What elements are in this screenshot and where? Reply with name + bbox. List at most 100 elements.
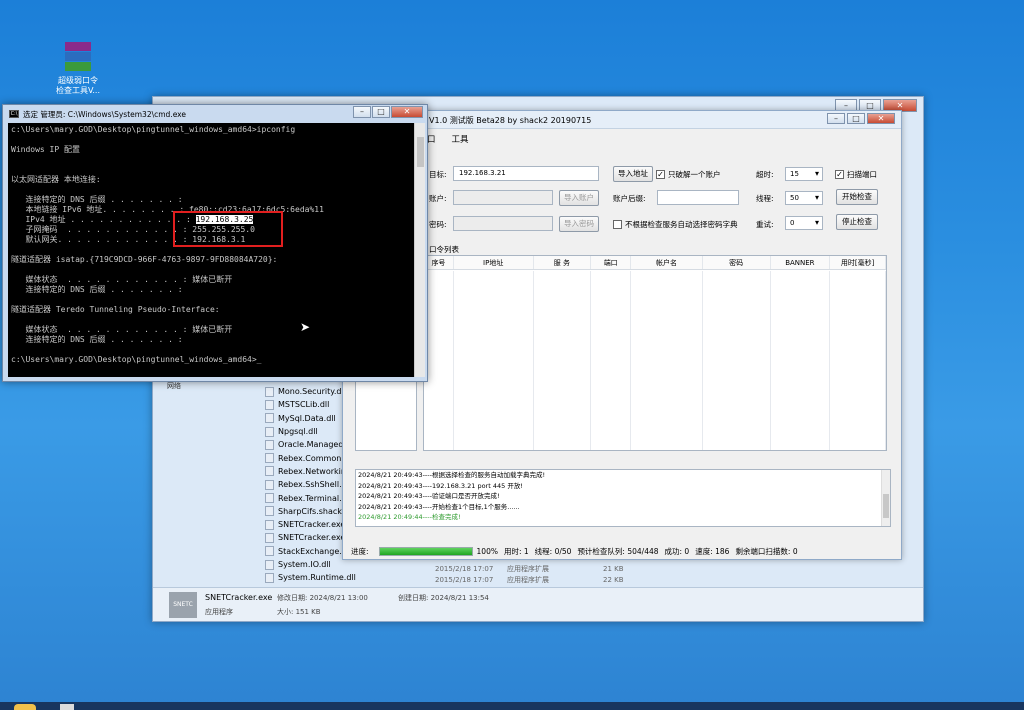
log-output[interactable]: 2024/8/21 20:49:43----根据选择检查的服务自动加载字典完成!… [355, 469, 891, 527]
results-table[interactable]: 序号 IP地址服 务端口 帐户名 密码 BANNER 用时[毫秒] [423, 255, 887, 451]
no-auto-dictionary-checkbox[interactable]: 不根据检查服务自动选择密码字典 [613, 219, 738, 230]
console-line: c:\Users\mary.GOD\Desktop\pingtunnel_win… [11, 355, 262, 364]
column-header[interactable]: 用时[毫秒] [830, 256, 886, 269]
console-line: 媒体状态 . . . . . . . . . . . . : 媒体已断开 [11, 325, 233, 334]
taskbar [0, 702, 1024, 710]
column-header[interactable]: 序号 [424, 256, 454, 269]
taskbar-item[interactable] [60, 704, 74, 710]
column-header[interactable]: 帐户名 [631, 256, 703, 269]
password-list-label: 口令列表 [429, 245, 459, 254]
column-gridline [703, 271, 771, 450]
password-input[interactable] [453, 216, 553, 231]
column-header[interactable]: BANNER [771, 256, 831, 269]
file-details-column: 2015/2/18 17:07 应用程序扩展 21 KB 2015/2/18 17:0… [435, 563, 645, 586]
maximize-button[interactable]: □ [372, 106, 390, 118]
file-icon [265, 532, 274, 543]
file-icon [265, 439, 274, 450]
threads-select[interactable]: 50 [785, 191, 823, 205]
progress-text: 100% [476, 546, 498, 556]
column-header[interactable]: 密码 [703, 256, 771, 269]
file-name: SharpCifs.shack2 [278, 506, 348, 516]
winrar-archive-icon [65, 42, 91, 72]
stop-check-button[interactable]: 停止检查 [836, 214, 878, 230]
target-label: 目标: [429, 170, 447, 179]
column-header[interactable]: 端口 [591, 256, 632, 269]
log-line: 2024/8/21 20:49:43----验证端口是否开放完成! [358, 492, 500, 500]
column-header[interactable]: IP地址 [454, 256, 534, 269]
checkbox-unchecked-icon [613, 220, 622, 229]
red-highlight-box [173, 211, 283, 247]
import-password-button[interactable]: 导入密码 [559, 216, 599, 232]
console-scrollbar[interactable] [414, 123, 425, 377]
desktop-icon-label-line2: 检查工具V... [55, 86, 101, 95]
file-icon [265, 572, 274, 583]
remaining-status: 剩余端口扫描数: 0 [735, 546, 798, 556]
import-account-button[interactable]: 导入账户 [559, 190, 599, 206]
target-input[interactable]: 192.168.3.21 [453, 166, 599, 181]
checkbox-checked-icon: ✓ [835, 170, 844, 179]
results-table-header: 序号 IP地址服 务端口 帐户名 密码 BANNER 用时[毫秒] [424, 256, 886, 270]
file-icon [265, 399, 274, 410]
timeout-label: 超时: [756, 170, 774, 179]
file-name: Mono.Security.dll [278, 387, 346, 397]
selected-file-name: SNETCracker.exe [205, 593, 273, 602]
selected-file-size: 大小: 151 KB [277, 608, 321, 616]
account-input[interactable] [453, 190, 553, 205]
threads-status: 线程: 0/50 [534, 546, 572, 556]
minimize-button[interactable]: – [353, 106, 371, 118]
file-icon [265, 546, 274, 557]
column-header[interactable]: 服 务 [534, 256, 592, 269]
file-name: MSTSCLib.dll [278, 400, 330, 410]
scrollbar-thumb[interactable] [417, 137, 424, 167]
cmd-titlebar[interactable]: C:\ 选定 管理员: C:\Windows\System32\cmd.exe … [3, 105, 427, 122]
status-bar: 进度: 100% 用时: 1 线程: 0/50 预计检查队列: 504/448 … [351, 544, 897, 558]
console-line: 媒体状态 . . . . . . . . . . . . : 媒体已断开 [11, 275, 233, 284]
cmd-title: 选定 管理员: C:\Windows\System32\cmd.exe [23, 110, 187, 119]
column-gridline [830, 271, 886, 450]
progress-label: 进度: [351, 546, 369, 556]
file-date: 2015/2/18 17:07 [435, 576, 494, 585]
maximize-button[interactable]: □ [847, 113, 865, 124]
log-scrollbar[interactable] [881, 470, 890, 526]
console-line: 连接特定的 DNS 后缀 . . . . . . . : [11, 285, 183, 294]
import-address-button[interactable]: 导入地址 [613, 166, 653, 182]
console-line: 以太网适配器 本地连接: [11, 175, 101, 184]
console-line: c:\Users\mary.GOD\Desktop\pingtunnel_win… [11, 125, 296, 134]
file-name: StackExchange.R [278, 546, 348, 556]
timeout-select[interactable]: 15 [785, 167, 823, 181]
console-line: 连接特定的 DNS 后缀 . . . . . . . : [11, 195, 183, 204]
menu-item-tools[interactable]: 工具 [452, 133, 469, 145]
file-icon [265, 519, 274, 530]
cmd-window-controls: – □ ✕ [353, 106, 423, 118]
scrollbar-thumb[interactable] [883, 494, 889, 518]
speed-status: 速度: 186 [695, 546, 730, 556]
log-line: 2024/8/21 20:49:44----检查完成! [358, 513, 461, 521]
scan-port-checkbox[interactable]: ✓ 扫描端口 [835, 169, 877, 180]
close-button[interactable]: ✕ [867, 113, 895, 124]
account-suffix-input[interactable] [657, 190, 739, 205]
log-line: 2024/8/21 20:49:43----192.168.3.21 port … [358, 481, 523, 490]
start-button[interactable] [14, 704, 36, 710]
desktop-icon-password-checker[interactable]: 超级弱口令 检查工具V... [46, 42, 110, 96]
only-first-account-checkbox[interactable]: ✓ 只破解一个账户 [656, 169, 721, 180]
retry-select[interactable]: 0 [785, 216, 823, 230]
password-label: 密码: [429, 220, 447, 229]
start-check-button[interactable]: 开始检查 [836, 189, 878, 205]
column-gridline [771, 271, 831, 450]
file-name: Rebex.SshShell.d [278, 480, 347, 490]
cracker-window-controls: – □ ✕ [827, 113, 895, 124]
console-line: 隧道适配器 isatap.{719C9DCD-966F-4763-9897-9F… [11, 255, 278, 264]
nav-item-network[interactable]: 网络 [167, 381, 181, 391]
file-name: System.IO.dll [278, 560, 331, 569]
console-output[interactable]: c:\Users\mary.GOD\Desktop\pingtunnel_win… [8, 123, 414, 377]
selected-file-modified: 修改日期: 2024/8/21 13:00 [277, 594, 368, 602]
file-name: Rebex.Common. [278, 453, 344, 463]
close-button[interactable]: ✕ [391, 106, 423, 118]
menu-item-partial[interactable]: 口 [427, 133, 436, 145]
file-name: Rebex.Terminal.c [278, 493, 347, 503]
minimize-button[interactable]: – [827, 113, 845, 124]
